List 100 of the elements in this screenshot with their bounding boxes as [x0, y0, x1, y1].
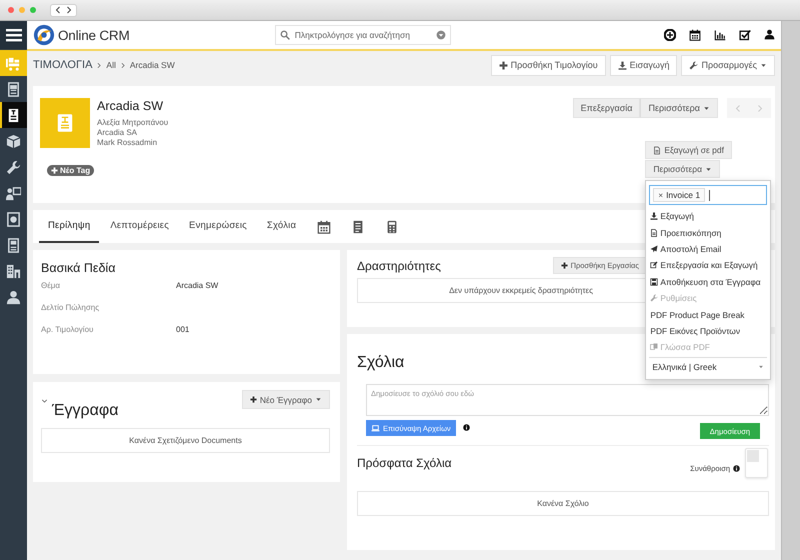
chevron-right-icon [96, 62, 102, 68]
plus-icon [560, 262, 568, 269]
menu-item[interactable]: Εξαγωγή [649, 208, 768, 224]
new-document-button[interactable]: Νέο Έγγραφο [242, 390, 330, 409]
caret-icon [758, 364, 764, 370]
menu-item[interactable]: Αποστολή Email [649, 240, 768, 258]
language-select[interactable]: Ελληνικά | Greek [649, 356, 768, 377]
tab[interactable]: Ενημερώσεις [180, 210, 256, 243]
user-icon[interactable] [764, 29, 775, 40]
tab[interactable]: Σχόλια [258, 210, 306, 243]
section-title: Βασικά Πεδία [41, 261, 116, 275]
bar-chart-icon[interactable] [714, 29, 726, 41]
menu-item: Ρυθμίσεις [649, 290, 768, 306]
add-icon[interactable] [664, 29, 676, 41]
empty-message: Κανένα Σχετιζόμενο Documents [129, 436, 242, 445]
document-icon [6, 238, 21, 252]
chevron-right-icon [120, 62, 126, 68]
field-label: Δελτίο Πώλησης [41, 303, 100, 312]
export-pdf-button[interactable]: Εξαγωγή σε pdf [645, 141, 732, 159]
toolbar-button[interactable]: Προσθήκη Τιμολογίου [490, 54, 606, 76]
breadcrumb-link[interactable]: All [106, 60, 116, 70]
document-icon [6, 108, 21, 122]
document-icon [57, 113, 73, 133]
record-title: Arcadia SW [97, 99, 164, 113]
toggle-switch[interactable] [745, 448, 768, 478]
window-control-dot[interactable] [19, 7, 25, 13]
dropdown-button[interactable]: Προσαρμογές [681, 54, 775, 76]
search-field[interactable]: Πληκτρολόγησε για αναζήτηση [274, 25, 451, 45]
more-button[interactable]: Περισσότερα [640, 98, 718, 118]
section-title: Πρόσφατα Σχόλια [357, 456, 452, 470]
breadcrumb-link[interactable]: ΤΙΜΟΛΟΓΙΑ [33, 59, 92, 71]
notes-icon[interactable] [351, 220, 366, 234]
record-detail: Arcadia SA [97, 128, 138, 138]
field-label: Θέμα [41, 281, 62, 290]
section-title: Έγγραφα [52, 402, 120, 420]
money-icon [6, 212, 21, 226]
menu-button[interactable] [0, 21, 27, 49]
empty-message: Κανένα Σχόλιο [537, 499, 589, 508]
user-icon [6, 290, 21, 304]
section-title: Δραστηριότητες [357, 258, 441, 272]
breadcrumb-current: Arcadia SW [130, 60, 175, 70]
edit-button[interactable]: Επεξεργασία [572, 98, 640, 118]
plus-icon [51, 167, 58, 174]
calculator-icon[interactable] [385, 220, 400, 234]
window-control-dot[interactable] [8, 7, 14, 13]
menu-icon [6, 28, 22, 42]
sidebar-item[interactable] [0, 102, 27, 128]
tag-label: Invoice 1 [666, 190, 700, 200]
cart-icon [6, 56, 21, 70]
menu-item[interactable]: Προεπισκόπηση [649, 224, 768, 241]
field-label: Αρ. Τιμολογίου [41, 325, 94, 334]
document-icon [650, 228, 658, 237]
scrollbar[interactable] [781, 21, 800, 560]
checkbox-icon[interactable] [739, 29, 751, 41]
caret-icon [315, 396, 322, 403]
more-button[interactable]: Περισσότερα [645, 160, 720, 178]
caret-icon [705, 166, 712, 172]
chevron-down-icon[interactable] [41, 398, 48, 404]
edit-icon [650, 261, 658, 270]
laptop-icon [371, 424, 380, 432]
window-control-dot[interactable] [30, 7, 36, 13]
record-detail: Mark Rossadmin [97, 138, 158, 148]
new-tag-button[interactable]: Νέο Tag [47, 165, 94, 176]
wrench-icon [650, 294, 658, 302]
plus-icon [250, 396, 257, 403]
info-icon [733, 465, 740, 472]
translate-icon [650, 343, 658, 352]
tag-input-field[interactable]: × Invoice 1 [649, 185, 768, 205]
chevron-left-icon [734, 104, 742, 112]
tab[interactable]: Λεπτομέρειες [101, 210, 178, 243]
search-icon [280, 30, 290, 40]
back-icon[interactable] [54, 6, 62, 14]
document-icon [653, 146, 662, 154]
menu-item[interactable]: Επεξεργασία και Εξαγωγή [649, 257, 768, 274]
app-name: Online CRM [58, 28, 130, 42]
menu-item[interactable]: PDF Product Page Break [649, 306, 768, 323]
box-icon [6, 134, 21, 148]
toolbar-button[interactable]: Εισαγωγή [610, 54, 678, 76]
record-detail: Αλεξία Μητροπάνου [97, 118, 168, 128]
logo-icon [33, 24, 55, 46]
building-icon [6, 264, 21, 278]
document-icon [6, 82, 21, 96]
remove-tag-button[interactable]: × [658, 190, 664, 200]
field-value: Arcadia SW [176, 281, 220, 290]
menu-item[interactable]: Αποθήκευση στα Έγγραφα [649, 274, 768, 290]
caret-icon [703, 104, 710, 112]
text-cursor [709, 190, 710, 200]
presenter-icon [6, 186, 21, 200]
menu-item[interactable]: PDF Εικόνες Προϊόντων [649, 322, 768, 340]
menu-item: Γλώσσα PDF [649, 339, 768, 356]
wrench-icon [6, 160, 21, 174]
field-value: 001 [176, 325, 190, 334]
empty-message: Δεν υπάρχουν εκκρεμείς δραστηριότητες [449, 286, 593, 295]
forward-icon[interactable] [65, 6, 73, 14]
tab[interactable]: Περίληψη [39, 210, 100, 243]
download-icon [618, 60, 627, 70]
calendar-icon[interactable] [317, 220, 332, 234]
calendar-icon[interactable] [689, 29, 701, 41]
chevron-right-icon [756, 104, 764, 112]
save-icon [650, 278, 658, 286]
